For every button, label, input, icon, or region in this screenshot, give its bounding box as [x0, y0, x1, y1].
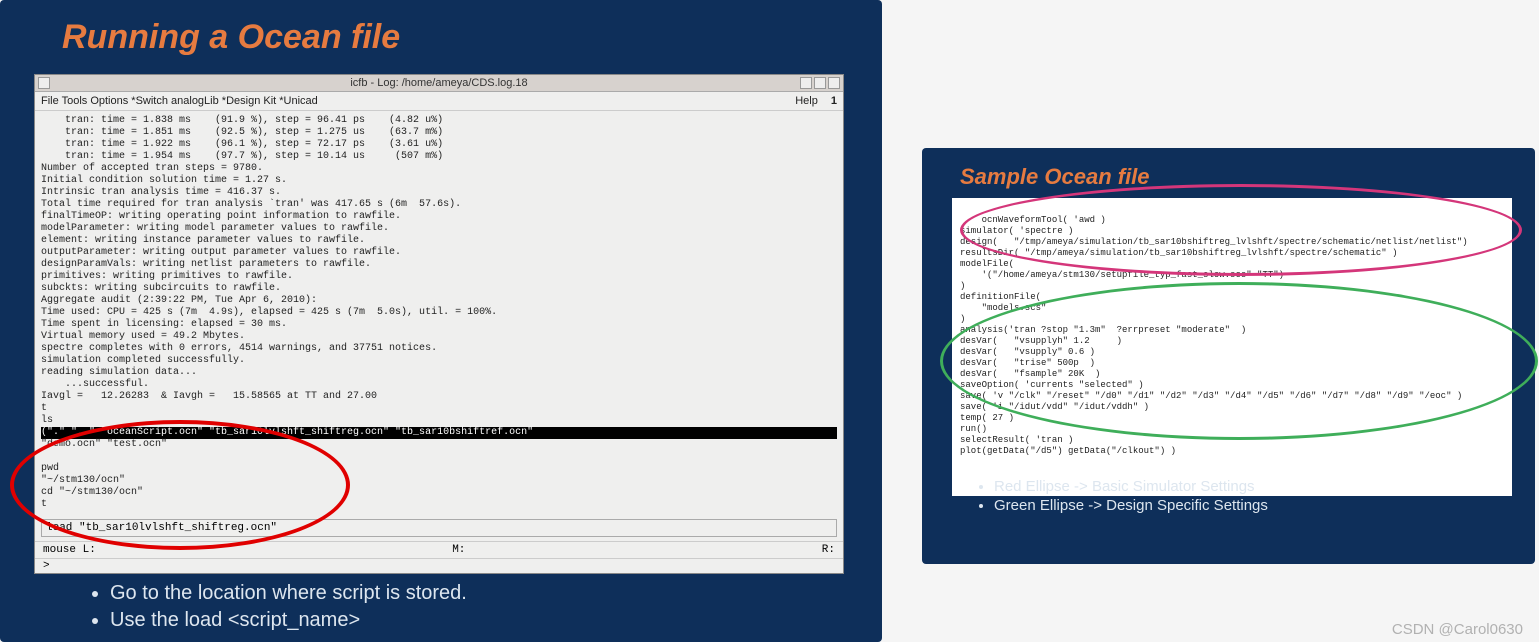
terminal-text-after: "demo.ocn" "test.ocn" pwd "~/stm130/ocn"… [41, 439, 167, 510]
window-menu-icon[interactable] [38, 77, 50, 89]
terminal-highlight-line: ("." ".." "oceanScript.ocn" "tb_sar10lvl… [41, 427, 837, 439]
minimize-icon[interactable] [800, 77, 812, 89]
close-icon[interactable] [828, 77, 840, 89]
footer-prompt: > [35, 558, 843, 573]
window-title-text: icfb - Log: /home/ameya/CDS.log.18 [350, 77, 527, 89]
command-input[interactable]: load "tb_sar10lvlshft_shiftreg.ocn" [41, 519, 837, 537]
watermark: CSDN @Carol0630 [1392, 621, 1523, 638]
window-titlebar: icfb - Log: /home/ameya/CDS.log.18 [35, 75, 843, 92]
menubar-right: Help 1 [795, 95, 837, 107]
ocean-code-box: ocnWaveformTool( 'awd ) simulator( 'spec… [952, 198, 1512, 496]
status-r: R: [822, 544, 835, 556]
slide-title-right: Sample Ocean file [922, 148, 1535, 190]
status-bar: mouse L: M: R: [35, 541, 843, 558]
status-m: M: [452, 544, 465, 556]
menubar[interactable]: File Tools Options *Switch analogLib *De… [35, 92, 843, 111]
slide-running-ocean: Running a Ocean file icfb - Log: /home/a… [0, 0, 882, 642]
status-l: mouse L: [43, 544, 96, 556]
bullet-right-2: Green Ellipse -> Design Specific Setting… [994, 497, 1268, 514]
bullet-left-1: Go to the location where script is store… [110, 582, 467, 605]
menubar-num: 1 [831, 95, 837, 107]
bullets-left: Go to the location where script is store… [20, 578, 467, 636]
icfb-window: icfb - Log: /home/ameya/CDS.log.18 File … [34, 74, 844, 574]
terminal-text-top: tran: time = 1.838 ms (91.9 %), step = 9… [41, 115, 497, 426]
terminal-output: tran: time = 1.838 ms (91.9 %), step = 9… [35, 111, 843, 515]
slide-title-left: Running a Ocean file [0, 0, 882, 57]
slide-sample-ocean: Sample Ocean file ocnWaveformTool( 'awd … [922, 148, 1535, 564]
help-menu[interactable]: Help [795, 95, 818, 107]
window-controls [800, 77, 840, 89]
bullet-left-2: Use the load <script_name> [110, 609, 467, 632]
bullets-right: Red Ellipse -> Basic Simulator Settings … [938, 466, 1268, 516]
maximize-icon[interactable] [814, 77, 826, 89]
ocean-code-text: ocnWaveformTool( 'awd ) simulator( 'spec… [960, 215, 1468, 456]
menubar-items[interactable]: File Tools Options *Switch analogLib *De… [41, 95, 318, 107]
bullet-right-1: Red Ellipse -> Basic Simulator Settings [994, 478, 1268, 495]
